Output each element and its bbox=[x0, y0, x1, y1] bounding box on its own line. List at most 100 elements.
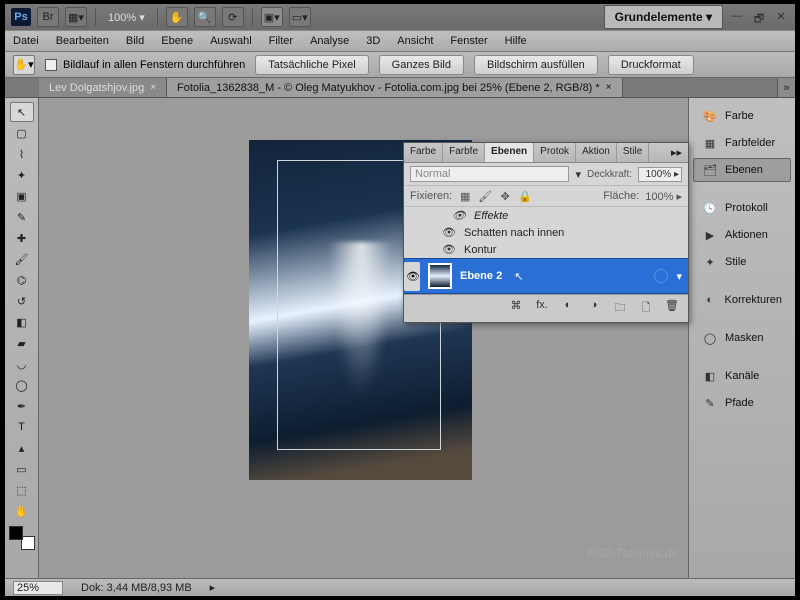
viewmode-button[interactable]: ▦▾ bbox=[65, 7, 87, 27]
menu-bearbeiten[interactable]: Bearbeiten bbox=[56, 35, 109, 47]
workspace-dropdown[interactable]: Grundelemente ▾ bbox=[604, 5, 723, 29]
shape-tool[interactable]: ▭ bbox=[10, 459, 34, 479]
close-button[interactable]: ✕ bbox=[773, 10, 789, 24]
pen-tool[interactable]: ✒ bbox=[10, 396, 34, 416]
fx-stroke[interactable]: Kontur bbox=[464, 244, 496, 256]
menu-bild[interactable]: Bild bbox=[126, 35, 144, 47]
panel-tab-aktionen[interactable]: Aktion bbox=[576, 143, 617, 162]
menu-3d[interactable]: 3D bbox=[366, 35, 380, 47]
blend-mode-select[interactable]: Normal bbox=[410, 166, 569, 182]
opacity-field[interactable]: 100% ▸ bbox=[638, 167, 682, 182]
scroll-all-checkbox[interactable] bbox=[45, 59, 57, 71]
new-layer-icon[interactable]: 🗋 bbox=[638, 299, 654, 318]
document-tab[interactable]: Fotolia_1362838_M - © Oleg Matyukhov - F… bbox=[167, 78, 623, 97]
layer-visibility-icon[interactable]: 👁 bbox=[404, 262, 420, 291]
group-icon[interactable]: 🗀 bbox=[612, 299, 628, 318]
lock-position-icon[interactable]: ✥ bbox=[498, 189, 512, 203]
dock-stile[interactable]: ✦Stile bbox=[693, 250, 791, 274]
dock-farbe[interactable]: 🎨Farbe bbox=[693, 104, 791, 128]
eye-icon[interactable]: 👁 bbox=[452, 209, 466, 222]
rotate-toggle[interactable]: ⟳ bbox=[222, 7, 244, 27]
lasso-tool[interactable]: ⌇ bbox=[10, 144, 34, 164]
eyedropper-tool[interactable]: ✎ bbox=[10, 207, 34, 227]
menu-hilfe[interactable]: Hilfe bbox=[505, 35, 527, 47]
fx-inner-shadow[interactable]: Schatten nach innen bbox=[464, 227, 564, 239]
lock-label: Fixieren: bbox=[410, 190, 452, 202]
dock-aktionen[interactable]: ▶Aktionen bbox=[693, 223, 791, 247]
chevron-down-icon[interactable]: ▾ bbox=[676, 270, 682, 283]
panel-tab-farbe[interactable]: Farbe bbox=[404, 143, 443, 162]
panel-tab-overflow[interactable]: ▸▸ bbox=[665, 143, 688, 162]
close-tab-icon[interactable]: × bbox=[150, 82, 156, 93]
current-tool-icon[interactable]: ✋▾ bbox=[13, 55, 35, 75]
gradient-tool[interactable]: ▰ bbox=[10, 333, 34, 353]
menu-fenster[interactable]: Fenster bbox=[450, 35, 487, 47]
menu-ansicht[interactable]: Ansicht bbox=[397, 35, 433, 47]
zoom-level[interactable]: 100% ▾ bbox=[104, 11, 149, 24]
status-zoom-field[interactable]: 25% bbox=[13, 581, 63, 595]
brush-tool[interactable]: 🖌 bbox=[10, 249, 34, 269]
fill-field[interactable]: 100% ▸ bbox=[645, 190, 682, 203]
3d-tool[interactable]: ⬚ bbox=[10, 480, 34, 500]
marquee-tool[interactable]: ▢ bbox=[10, 123, 34, 143]
hand-tool[interactable]: ✋ bbox=[10, 501, 34, 521]
lock-transparency-icon[interactable]: ▦ bbox=[458, 189, 472, 203]
layer-fx-icon[interactable]: fx. bbox=[534, 299, 550, 318]
dock-masken[interactable]: ◯Masken bbox=[693, 326, 791, 350]
menu-ebene[interactable]: Ebene bbox=[161, 35, 193, 47]
dodge-tool[interactable]: ◯ bbox=[10, 375, 34, 395]
screenmode-button[interactable]: ▭▾ bbox=[289, 7, 311, 27]
fill-screen-button[interactable]: Bildschirm ausfüllen bbox=[474, 55, 598, 75]
lock-pixels-icon[interactable]: 🖌 bbox=[478, 189, 492, 203]
layer-thumbnail[interactable] bbox=[428, 263, 452, 289]
path-select-tool[interactable]: ▴ bbox=[10, 438, 34, 458]
panel-tab-farbfelder[interactable]: Farbfe bbox=[443, 143, 485, 162]
blur-tool[interactable]: ◡ bbox=[10, 354, 34, 374]
panel-tab-protokoll[interactable]: Protok bbox=[534, 143, 576, 162]
history-brush-tool[interactable]: ↺ bbox=[10, 291, 34, 311]
fit-screen-button[interactable]: Ganzes Bild bbox=[379, 55, 464, 75]
panel-tab-stile[interactable]: Stile bbox=[617, 143, 649, 162]
move-tool[interactable]: ↖ bbox=[10, 102, 34, 122]
type-tool[interactable]: T bbox=[10, 417, 34, 437]
minimize-button[interactable]: — bbox=[729, 10, 745, 24]
menu-analyse[interactable]: Analyse bbox=[310, 35, 349, 47]
eye-icon[interactable]: 👁 bbox=[442, 226, 456, 239]
bridge-button[interactable]: Br bbox=[37, 7, 59, 27]
arrange-button[interactable]: ▣▾ bbox=[261, 7, 283, 27]
document-tab[interactable]: Lev Dolgatshjov.jpg × bbox=[39, 78, 167, 97]
status-scroll-icon[interactable]: ▸ bbox=[210, 581, 216, 594]
dock-farbfelder[interactable]: ▦Farbfelder bbox=[693, 131, 791, 155]
healing-tool[interactable]: ✚ bbox=[10, 228, 34, 248]
link-layers-icon[interactable]: ⌘ bbox=[508, 299, 524, 318]
hand-toggle[interactable]: ✋ bbox=[166, 7, 188, 27]
dock-pfade[interactable]: ✎Pfade bbox=[693, 391, 791, 415]
adjustment-layer-icon[interactable]: ◑ bbox=[586, 299, 602, 318]
menu-filter[interactable]: Filter bbox=[269, 35, 293, 47]
stamp-tool[interactable]: ⌬ bbox=[10, 270, 34, 290]
eye-icon[interactable]: 👁 bbox=[442, 243, 456, 256]
zoom-toggle[interactable]: 🔍 bbox=[194, 7, 216, 27]
dock-protokoll[interactable]: 🕓Protokoll bbox=[693, 196, 791, 220]
dock-ebenen[interactable]: 🗂Ebenen bbox=[693, 158, 791, 182]
print-size-button[interactable]: Druckformat bbox=[608, 55, 694, 75]
trash-icon[interactable]: 🗑 bbox=[664, 299, 680, 318]
menu-auswahl[interactable]: Auswahl bbox=[210, 35, 252, 47]
color-swatches[interactable] bbox=[9, 526, 35, 550]
dock-korrekturen[interactable]: ◐Korrekturen bbox=[693, 288, 791, 312]
actual-pixels-button[interactable]: Tatsächliche Pixel bbox=[255, 55, 368, 75]
quickselect-tool[interactable]: ✦ bbox=[10, 165, 34, 185]
layer-fx-badge[interactable] bbox=[654, 269, 668, 283]
layer-row[interactable]: 👁 Ebene 2 ↖ ▾ bbox=[404, 258, 688, 294]
lock-all-icon[interactable]: 🔒 bbox=[518, 189, 532, 203]
crop-tool[interactable]: ▣ bbox=[10, 186, 34, 206]
tab-overflow-button[interactable]: » bbox=[777, 78, 795, 97]
layer-name[interactable]: Ebene 2 bbox=[460, 270, 502, 282]
menu-datei[interactable]: Datei bbox=[13, 35, 39, 47]
eraser-tool[interactable]: ◧ bbox=[10, 312, 34, 332]
close-tab-icon[interactable]: × bbox=[606, 82, 612, 93]
maximize-button[interactable]: 🗗 bbox=[751, 10, 767, 24]
layer-mask-icon[interactable]: ◐ bbox=[560, 299, 576, 318]
dock-kanaele[interactable]: ◧Kanäle bbox=[693, 364, 791, 388]
panel-tab-ebenen[interactable]: Ebenen bbox=[485, 143, 534, 162]
